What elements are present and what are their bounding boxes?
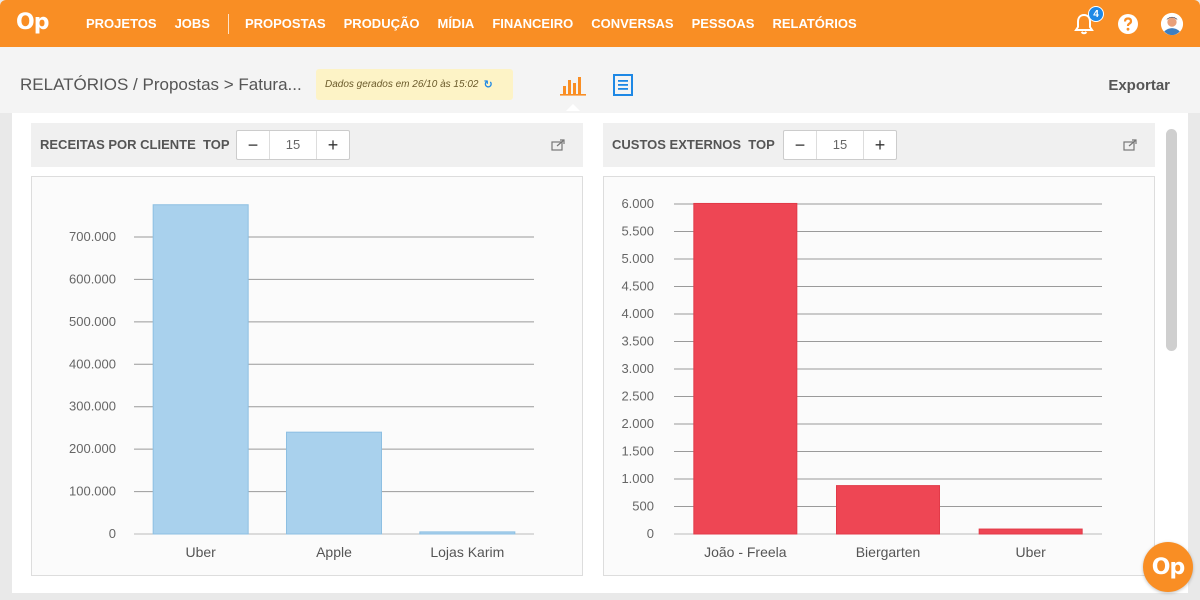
costs-bar-chart: 0 500 1.000 1.500 2.000 2.500 3.000 3.500 4.000 4…: [621, 196, 1102, 560]
nav-item-conversas[interactable]: CONVERSAS: [591, 16, 673, 31]
notification-badge: 4: [1088, 5, 1104, 22]
costs-ytick-label: 4.500: [621, 279, 654, 294]
app-logo[interactable]: Op: [16, 10, 49, 35]
revenue-bar: [419, 531, 516, 535]
costs-ytick-label: 4.000: [621, 306, 654, 321]
costs-top-stepper: − 15 +: [783, 130, 897, 160]
revenue-ytick-label: 200.000: [69, 441, 116, 456]
costs-ytick-label: 3.000: [621, 361, 654, 376]
notifications-button[interactable]: 4: [1072, 5, 1104, 36]
costs-ytick-label: 1.000: [621, 471, 654, 486]
costs-ytick-label: 500: [632, 499, 654, 514]
revenue-export-icon[interactable]: [551, 139, 565, 151]
avatar-icon: [1160, 12, 1184, 35]
generated-timestamp: Dados gerados em 26/10 às 15:02 ↻: [316, 69, 513, 100]
revenue-decrement-button[interactable]: −: [237, 131, 269, 159]
costs-chart-area: 0 500 1.000 1.500 2.000 2.500 3.000 3.500 4.000 4…: [603, 176, 1155, 576]
costs-ytick-label: 5.000: [621, 251, 654, 266]
nav-item-relatorios[interactable]: RELATÓRIOS: [772, 16, 856, 31]
top-navbar: Op PROJETOS JOBS PROPOSTAS PRODUÇÃO MÍDI…: [0, 0, 1200, 47]
revenue-category-label: Apple: [316, 544, 352, 560]
costs-export-icon[interactable]: [1123, 139, 1137, 151]
costs-ytick-label: 2.500: [621, 389, 654, 404]
content-scrollbar[interactable]: [1166, 129, 1177, 351]
revenue-bar: [152, 204, 249, 535]
revenue-ytick-label: 300.000: [69, 399, 116, 414]
bar-chart-icon: [560, 77, 586, 96]
nav-divider: [227, 13, 229, 34]
revenue-chart-area: 0 100.000 200.000 300.000 400.000 500.000 600.…: [31, 176, 583, 576]
costs-ytick-label: 1.500: [621, 444, 654, 459]
user-avatar-button[interactable]: [1160, 12, 1184, 36]
revenue-bar-chart: 0 100.000 200.000 300.000 400.000 500.000 600.…: [69, 204, 534, 560]
report-content: RECEITAS POR CLIENTE TOP − 15 + 0 100.000…: [12, 113, 1188, 593]
revenue-ytick-label: 500.000: [69, 314, 116, 329]
costs-panel: CUSTOS EXTERNOS TOP − 15 + 0 500 1.000 1.50…: [603, 123, 1155, 576]
revenue-title-text: RECEITAS POR CLIENTE: [40, 137, 196, 152]
chart-view-button[interactable]: [558, 71, 588, 111]
costs-top-label: TOP: [748, 137, 775, 152]
revenue-ytick-label: 0: [109, 526, 116, 541]
costs-ytick-label: 2.000: [621, 416, 654, 431]
costs-category-label: João - Freela: [704, 544, 787, 560]
nav-item-propostas[interactable]: PROPOSTAS: [245, 16, 326, 31]
refresh-icon[interactable]: ↻: [483, 78, 492, 91]
table-view-button[interactable]: [608, 71, 638, 99]
costs-category-label: Biergarten: [856, 544, 921, 560]
revenue-top-stepper: − 15 +: [236, 130, 350, 160]
revenue-panel-header: RECEITAS POR CLIENTE TOP − 15 +: [31, 123, 583, 167]
revenue-ytick-label: 600.000: [69, 271, 116, 286]
list-icon: [613, 74, 633, 96]
revenue-panel: RECEITAS POR CLIENTE TOP − 15 + 0 100.000…: [31, 123, 583, 576]
revenue-increment-button[interactable]: +: [317, 131, 349, 159]
help-icon: [1118, 13, 1138, 34]
costs-panel-header: CUSTOS EXTERNOS TOP − 15 +: [603, 123, 1155, 167]
nav-item-pessoas[interactable]: PESSOAS: [692, 16, 755, 31]
costs-title-text: CUSTOS EXTERNOS: [612, 137, 742, 152]
revenue-panel-title: RECEITAS POR CLIENTE TOP: [40, 137, 230, 152]
revenue-category-label: Lojas Karim: [430, 544, 504, 560]
costs-bar: [978, 528, 1083, 535]
nav-item-projetos[interactable]: PROJETOS: [86, 16, 157, 31]
nav-item-midia[interactable]: MÍDIA: [437, 16, 474, 31]
costs-decrement-button[interactable]: −: [784, 131, 816, 159]
op-assistant-button[interactable]: Op: [1143, 542, 1193, 592]
revenue-ytick-label: 700.000: [69, 229, 116, 244]
revenue-top-label: TOP: [203, 137, 230, 152]
costs-bar: [693, 202, 798, 535]
costs-panel-title: CUSTOS EXTERNOS TOP: [612, 137, 775, 152]
revenue-ytick-label: 100.000: [69, 484, 116, 499]
export-button[interactable]: Exportar: [1108, 77, 1170, 94]
costs-category-label: Uber: [1015, 544, 1046, 560]
costs-top-value[interactable]: 15: [816, 131, 864, 159]
breadcrumb: RELATÓRIOS / Propostas > Fatura...: [20, 75, 302, 94]
nav-item-producao[interactable]: PRODUÇÃO: [344, 16, 420, 31]
costs-ytick-label: 5.500: [621, 224, 654, 239]
nav-item-financeiro[interactable]: FINANCEIRO: [492, 16, 573, 31]
top-icons: 4: [1052, 0, 1184, 47]
main-nav: PROJETOS JOBS PROPOSTAS PRODUÇÃO MÍDIA F…: [86, 0, 875, 47]
costs-ytick-label: 0: [647, 526, 654, 541]
report-header: RELATÓRIOS / Propostas > Fatura... Dados…: [0, 47, 1200, 113]
generated-text: Dados gerados em 26/10 às 15:02: [325, 79, 479, 90]
revenue-top-value[interactable]: 15: [269, 131, 317, 159]
revenue-category-label: Uber: [185, 544, 216, 560]
costs-ytick-label: 3.500: [621, 334, 654, 349]
help-button[interactable]: [1116, 12, 1140, 36]
revenue-ytick-label: 400.000: [69, 356, 116, 371]
costs-increment-button[interactable]: +: [864, 131, 896, 159]
revenue-bar: [286, 431, 382, 535]
costs-bar: [836, 485, 940, 535]
costs-ytick-label: 6.000: [621, 196, 654, 211]
nav-item-jobs[interactable]: JOBS: [175, 16, 210, 31]
